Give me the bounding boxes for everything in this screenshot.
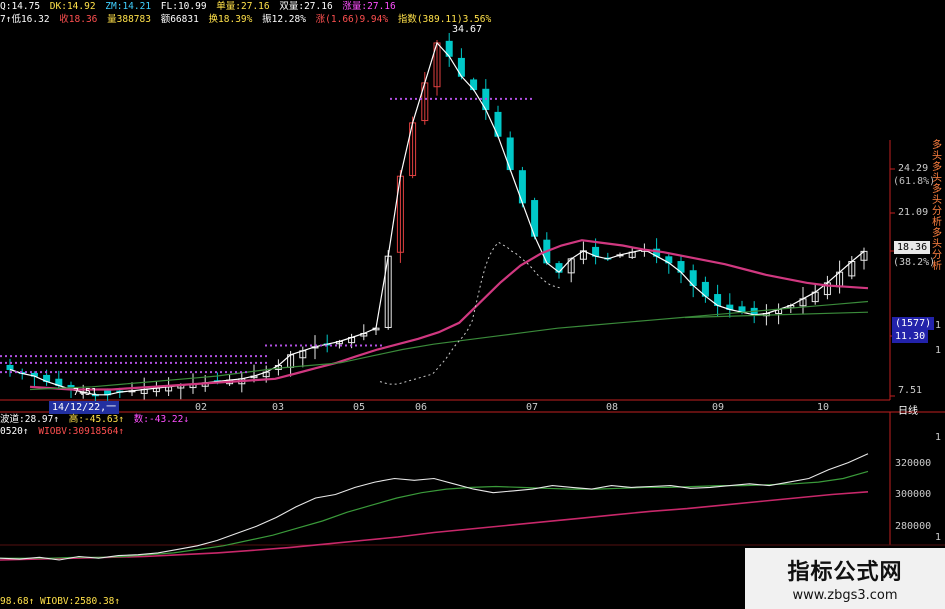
obv-axis-top: 1 [935,432,942,443]
watermark-url: www.zbgs3.com [792,588,898,603]
indicator1-num: 数:-43.22↓ [133,414,190,425]
indicator2-line: 0520↑ WIOBV:30918564↑ [0,426,128,438]
x-tick-10: 10 [817,402,830,413]
indicator1-high: 高:-45.63↑ [68,414,125,425]
obv-tick-320000: 320000 [895,458,932,469]
indicator2-wiobv: WIOBV:30918564↑ [38,426,125,437]
fib-61-8-label: (61.8%) [893,176,936,187]
period-label[interactable]: 日线 [898,402,918,417]
price-tick-7-51: 7.51 [898,385,923,396]
x-tick-08: 08 [606,402,619,413]
axis-mark-2: 1 [935,345,942,356]
high-price-label: 34.67 [452,24,483,35]
current-price-badge: 18.36 [894,241,931,254]
indicator2-code: 0520↑ [0,426,29,437]
x-tick-09: 09 [712,402,725,413]
volume-tag: (1577) [892,317,935,330]
indicator1-band: 波道:28.97↑ [0,414,60,425]
x-tick-06: 06 [415,402,428,413]
x-tick-03: 03 [272,402,285,413]
stock-chart-window: { "header": { "line1": ["Q:14.75", "DK:1… [0,0,945,609]
obv-tick-280000: 280000 [895,521,932,532]
ma-magenta-line [29,239,869,391]
watermark-title: 指标公式网 [787,560,903,585]
x-tick-05: 05 [353,402,366,413]
axis-mark-1: 1 [935,320,942,331]
obv-ma-long-line [0,491,869,561]
price-tick-11-30: 11.30 [892,330,929,343]
indicator1-line: 波道:28.97↑ 高:-45.63↑ 数:-43.22↓ [0,414,193,426]
site-watermark: 指标公式网 www.zbgs3.com [745,548,945,609]
obv-axis-bottom: 1 [935,532,942,543]
price-tick-24-29: 24.29 [898,163,929,174]
cursor-date-label[interactable]: 14/12/22,一 [49,401,120,414]
price-chart-canvas [0,32,945,561]
ma-white-line [9,41,865,396]
candle-body [6,364,14,370]
obv-tick-300000: 300000 [895,489,932,500]
fib-38-2-label: (38.2%) [893,257,936,268]
ma-green-line [29,300,869,391]
x-tick-02: 02 [195,402,208,413]
x-tick-07: 07 [526,402,539,413]
low-price-label: 7.51 [73,387,98,398]
price-tick-21-09: 21.09 [898,207,929,218]
side-analysis-text: 多头 多头 多头 分析 多头 分析 [932,140,942,272]
obv-line [0,453,869,561]
footer-indicator: 98.68↑ WIOBV:2580.38↑ [0,596,121,607]
